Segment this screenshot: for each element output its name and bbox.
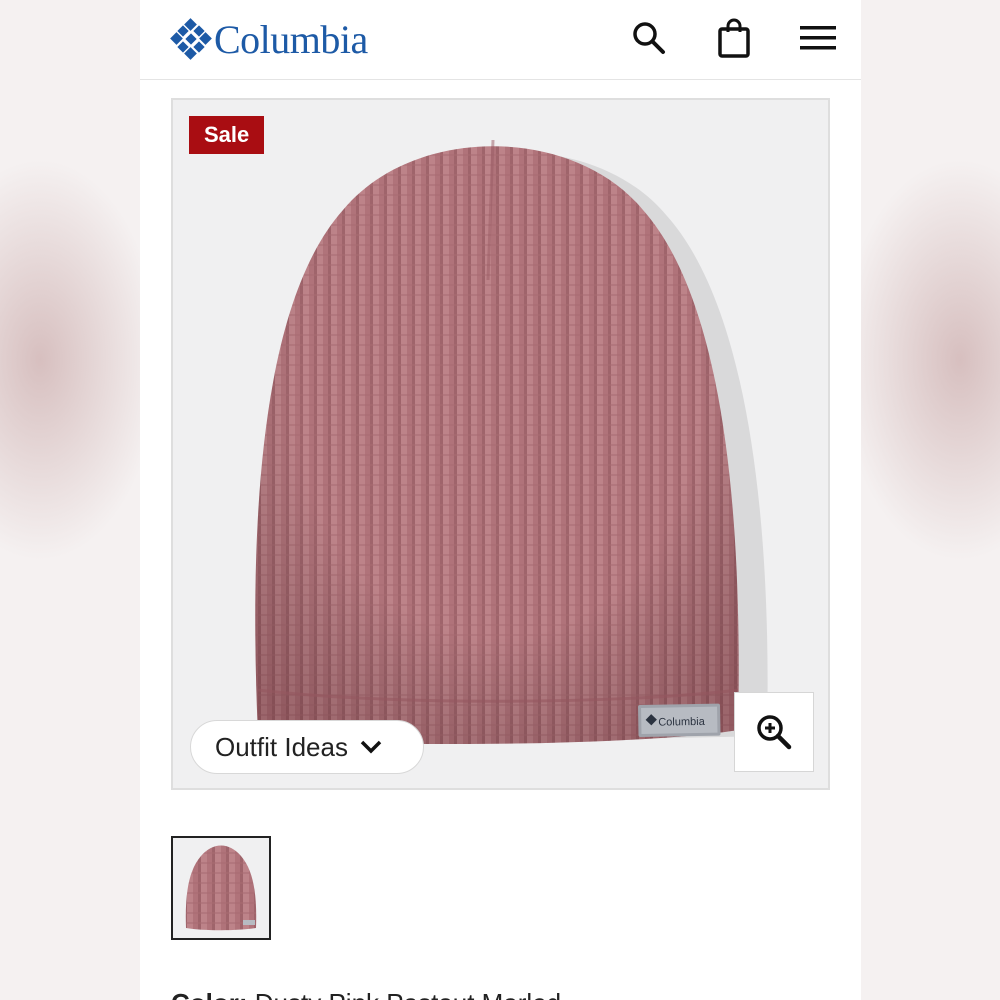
brand-name: Columbia <box>214 16 368 62</box>
color-label: Color: <box>171 988 248 1000</box>
search-button[interactable] <box>629 18 669 58</box>
menu-icon <box>800 26 836 50</box>
zoom-in-icon <box>757 715 792 750</box>
columbia-logo-icon <box>170 18 212 60</box>
color-value: Dusty Pink Pastout Marled <box>255 988 561 1000</box>
color-info: Color: Dusty Pink Pastout Marled <box>171 988 561 1000</box>
search-icon <box>633 22 665 54</box>
zoom-button[interactable] <box>734 692 814 772</box>
cart-button[interactable] <box>714 18 754 58</box>
svg-text:Columbia: Columbia <box>658 716 706 729</box>
product-image-viewer[interactable]: Columbia Sale Outfit Ideas <box>171 98 830 790</box>
product-thumbnail[interactable] <box>171 836 271 940</box>
outfit-ideas-button[interactable]: Outfit Ideas <box>190 720 424 774</box>
sale-badge: Sale <box>189 116 265 154</box>
site-header: Columbia <box>140 0 861 80</box>
brand-tag: Columbia <box>638 703 721 737</box>
outfit-ideas-label: Outfit Ideas <box>215 731 348 762</box>
beanie-thumbnail-image <box>173 838 269 938</box>
chevron-down-icon <box>360 740 382 754</box>
shopping-bag-icon <box>718 18 750 58</box>
menu-button[interactable] <box>798 18 838 58</box>
beanie-product-image: Columbia <box>255 139 768 746</box>
product-page: Columbia Columbia Sale Outfit Ideas <box>140 0 861 1000</box>
brand-logo[interactable]: Columbia <box>170 16 368 62</box>
